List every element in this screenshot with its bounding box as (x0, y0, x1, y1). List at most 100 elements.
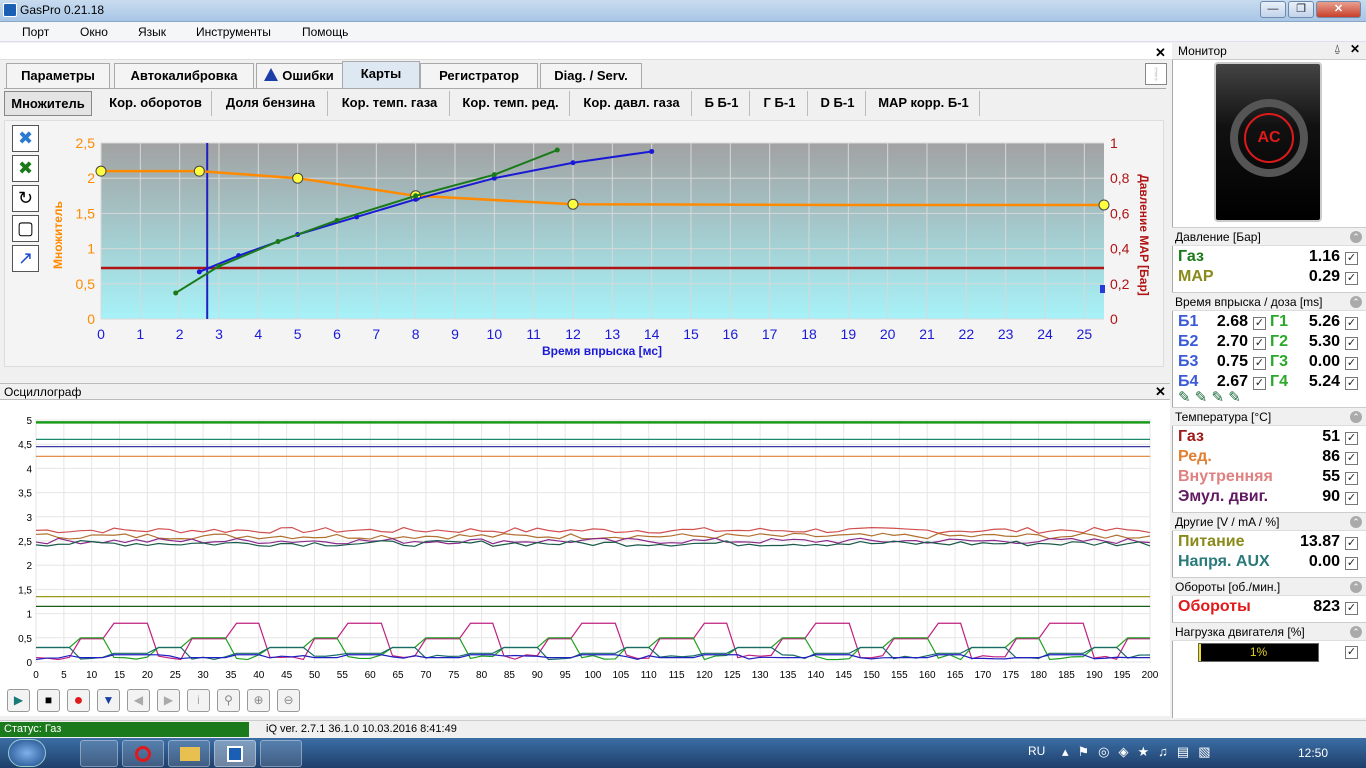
osc-x-tick: 120 (696, 670, 713, 681)
x-tick-label: 13 (605, 326, 621, 342)
start-button[interactable] (8, 739, 46, 767)
record-button[interactable]: ● (67, 689, 90, 712)
osc-x-tick: 40 (253, 670, 265, 681)
version-text: iQ ver. 2.7.1 36.1.0 10.03.2016 8:41:49 (266, 723, 457, 735)
collapse-icon[interactable]: ⌃ (1350, 411, 1362, 423)
y2-tick-label: 0 (1110, 311, 1118, 327)
x-tick-label: 18 (801, 326, 817, 342)
multiplier-point[interactable] (95, 165, 107, 177)
stop-button[interactable]: ■ (37, 689, 60, 712)
osc-x-tick: 150 (863, 670, 880, 681)
gas-injector-value-2: 5.30 (1308, 333, 1340, 350)
collapse-icon[interactable]: ⌃ (1350, 581, 1362, 593)
multiplier-point[interactable] (193, 165, 205, 177)
osc-x-tick: 55 (337, 670, 349, 681)
load-bar: 1% (1198, 643, 1319, 662)
other-checkbox-0[interactable]: ✓ (1345, 537, 1358, 550)
collapse-icon[interactable]: ⌃ (1350, 296, 1362, 308)
osc-x-tick: 60 (365, 670, 377, 681)
pressure-map-checkbox[interactable]: ✓ (1345, 272, 1358, 285)
osc-x-tick: 80 (476, 670, 488, 681)
taskbar-app-1[interactable] (80, 740, 118, 767)
injector-label-1: Б1 (1178, 313, 1199, 330)
injector-label-2: Б2 (1178, 333, 1199, 350)
monitor-close-icon[interactable]: ✕ (1350, 42, 1360, 56)
rpm-label: Обороты (1178, 598, 1251, 615)
language-indicator[interactable]: RU (1028, 744, 1045, 758)
plot-area[interactable] (101, 143, 1104, 319)
other-checkbox-1[interactable]: ✓ (1345, 557, 1358, 570)
osc-x-tick: 30 (198, 670, 210, 681)
zoom-out-icon[interactable]: ⊖ (277, 689, 300, 712)
sample-point (275, 239, 281, 245)
info-button[interactable]: i (187, 689, 210, 712)
temp-checkbox-0[interactable]: ✓ (1345, 432, 1358, 445)
load-checkbox[interactable]: ✓ (1345, 646, 1358, 659)
tray-icons[interactable]: ▴⚑◎◈★♫▤▧ (1062, 744, 1220, 760)
osc-y-tick: 4 (26, 464, 32, 475)
gas-injector-checkbox-3[interactable]: ✓ (1345, 357, 1358, 370)
close-button[interactable]: ✕ (1316, 1, 1361, 18)
x-tick-label: 12 (565, 326, 581, 342)
taskbar-app-2[interactable] (260, 740, 302, 767)
rpm-value: 823 (1313, 598, 1340, 615)
injector-checkbox-2[interactable]: ✓ (1253, 337, 1266, 350)
play-button[interactable]: ▶ (7, 689, 30, 712)
temp-checkbox-3[interactable]: ✓ (1345, 492, 1358, 505)
multiplier-point[interactable] (292, 172, 304, 184)
collapse-icon[interactable]: ⌃ (1350, 626, 1362, 638)
x-tick-label: 15 (683, 326, 699, 342)
multiplier-point[interactable] (567, 198, 579, 210)
load-header: Нагрузка двигателя [%] ⌃ (1172, 622, 1366, 641)
next-button[interactable]: ▶ (157, 689, 180, 712)
osc-chart: 0 5 10 15 20 25 30 35 40 45 50 55 60 65 70 75 80 85 90 95 10… (18, 416, 1159, 681)
temp-checkbox-2[interactable]: ✓ (1345, 472, 1358, 485)
y2-axis-label: Давление MAP [Бар] (1137, 174, 1151, 296)
multiplier-point[interactable] (1098, 199, 1110, 211)
collapse-icon[interactable]: ⌃ (1350, 231, 1362, 243)
osc-title: Осциллограф (4, 385, 82, 399)
y-tick-label: 0 (87, 311, 95, 327)
collapse-icon[interactable]: ⌃ (1350, 516, 1362, 528)
gas-injector-checkbox-4[interactable]: ✓ (1345, 377, 1358, 390)
osc-x-tick: 135 (780, 670, 797, 681)
x-tick-label: 19 (841, 326, 857, 342)
injector-checkbox-1[interactable]: ✓ (1253, 317, 1266, 330)
temp-label-0: Газ (1178, 428, 1204, 445)
sample-point (554, 147, 560, 153)
zoom-icon[interactable]: ⚲ (217, 689, 240, 712)
osc-y-tick: 0,5 (18, 634, 32, 645)
prev-button[interactable]: ◀ (127, 689, 150, 712)
gas-injector-checkbox-1[interactable]: ✓ (1345, 317, 1358, 330)
osc-x-tick: 95 (560, 670, 572, 681)
gas-injector-value-4: 5.24 (1308, 373, 1340, 390)
osc-x-tick: 200 (1142, 670, 1159, 681)
osc-close-icon[interactable]: ✕ (1155, 384, 1166, 400)
taskbar-gaspro-icon[interactable] (214, 740, 256, 767)
maximize-button[interactable]: ❐ (1288, 1, 1314, 18)
y2-tick-label: 1 (1110, 135, 1118, 151)
scroll-down-button[interactable]: ▼ (97, 689, 120, 712)
injector-checkbox-3[interactable]: ✓ (1253, 357, 1266, 370)
sample-point (570, 160, 576, 166)
zoom-in-icon[interactable]: ⊕ (247, 689, 270, 712)
monitor-title: Монитор (1178, 44, 1227, 58)
x-tick-label: 6 (333, 326, 341, 342)
y-tick-label: 2,5 (76, 135, 96, 151)
rpm-checkbox[interactable]: ✓ (1345, 602, 1358, 615)
minimize-button[interactable]: — (1260, 1, 1286, 18)
taskbar-explorer-icon[interactable] (168, 740, 210, 767)
pin-icon[interactable]: ⍙ (1334, 43, 1341, 56)
x-tick-label: 24 (1037, 326, 1053, 342)
osc-x-tick: 140 (807, 670, 824, 681)
pressure-gas-checkbox[interactable]: ✓ (1345, 252, 1358, 265)
y2-tick-label: 0,2 (1110, 276, 1130, 292)
monitor-header: Монитор ⍙ ✕ (1172, 42, 1366, 60)
taskbar-opera-icon[interactable] (122, 740, 164, 767)
injector-checkbox-4[interactable]: ✓ (1253, 377, 1266, 390)
osc-x-tick: 110 (641, 670, 657, 681)
gas-injector-checkbox-2[interactable]: ✓ (1345, 337, 1358, 350)
osc-y-tick: 0 (26, 658, 32, 669)
y2-tick-label: 0,8 (1110, 170, 1130, 186)
temp-checkbox-1[interactable]: ✓ (1345, 452, 1358, 465)
